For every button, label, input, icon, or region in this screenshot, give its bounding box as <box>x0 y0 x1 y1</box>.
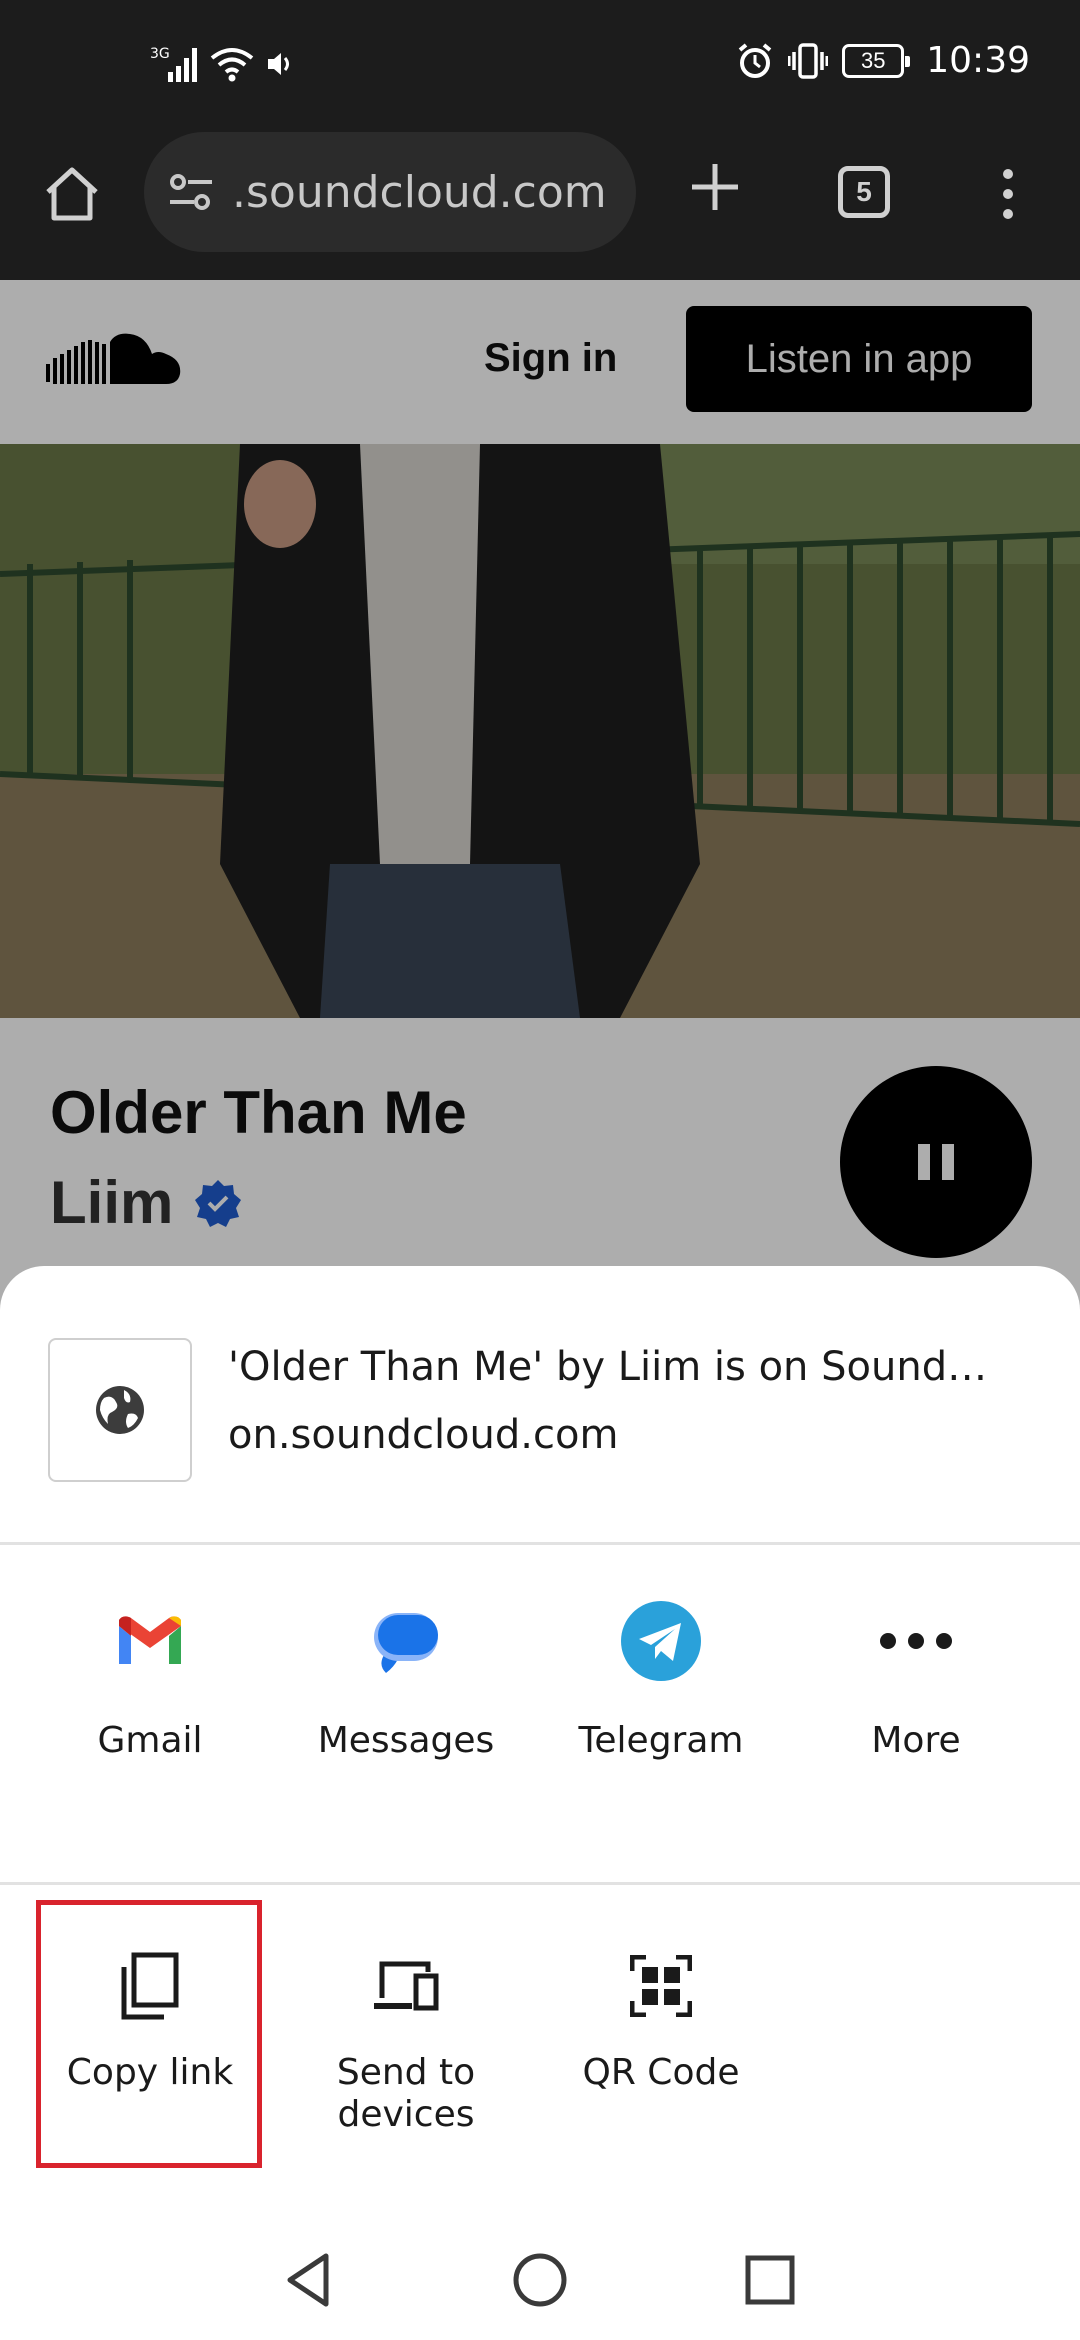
share-target-label: Gmail <box>97 1720 203 1761</box>
gmail-icon <box>105 1596 195 1686</box>
share-target-label: More <box>871 1720 961 1761</box>
clock: 10:39 <box>926 40 1030 81</box>
share-preview: 'Older Than Me' by Liim is on Sound… on.… <box>0 1266 1080 1542</box>
status-right: 35 10:39 <box>736 40 1030 81</box>
site-settings-icon[interactable] <box>168 172 214 212</box>
vibrate-icon <box>788 42 829 79</box>
more-icon <box>871 1596 961 1686</box>
action-label: QR Code <box>582 2052 740 2093</box>
share-target-label: Messages <box>317 1720 495 1761</box>
home-icon[interactable] <box>40 162 104 226</box>
divider <box>0 1882 1080 1885</box>
action-label: Send to devices <box>336 2052 476 2135</box>
telegram-icon <box>616 1596 706 1686</box>
status-bar: 3G 35 10:39 <box>0 0 1080 132</box>
copy-link-highlight <box>36 1900 262 2168</box>
share-target-messages[interactable]: Messages <box>306 1596 506 1761</box>
share-target-label: Telegram <box>578 1720 744 1761</box>
status-left: 3G <box>150 44 296 84</box>
divider <box>0 1542 1080 1545</box>
qr-code-button[interactable]: QR Code <box>561 1946 761 2094</box>
tab-count: 5 <box>856 176 872 207</box>
back-icon[interactable] <box>280 2250 340 2310</box>
address-bar[interactable]: .soundcloud.com <box>144 132 636 252</box>
recents-icon[interactable] <box>740 2250 800 2310</box>
messages-icon <box>361 1596 451 1686</box>
preview-url: on.soundcloud.com <box>228 1412 619 1458</box>
browser-toolbar: .soundcloud.com 5 <box>0 132 1080 280</box>
system-navigation-bar <box>0 2200 1080 2340</box>
qr-code-icon <box>621 1946 701 2026</box>
share-target-gmail[interactable]: Gmail <box>50 1596 250 1761</box>
svg-text:3G: 3G <box>150 46 170 62</box>
alarm-icon <box>738 42 772 78</box>
share-target-more[interactable]: More <box>816 1596 1016 1761</box>
share-target-telegram[interactable]: Telegram <box>561 1596 761 1761</box>
url-text: .soundcloud.com <box>232 166 607 218</box>
battery-level: 35 <box>861 47 886 73</box>
home-nav-icon[interactable] <box>510 2250 570 2310</box>
signal-icon: 3G <box>150 46 197 82</box>
overflow-menu-icon[interactable] <box>990 166 1026 222</box>
preview-title: 'Older Than Me' by Liim is on Sound… <box>228 1344 988 1390</box>
preview-thumbnail <box>48 1338 192 1482</box>
share-app-row: Gmail Messages Telegram More <box>0 1596 1080 1796</box>
globe-icon <box>96 1386 144 1434</box>
wifi-icon <box>210 48 254 82</box>
share-sheet: 'Older Than Me' by Liim is on Sound… on.… <box>0 1266 1080 2340</box>
battery-icon: 35 <box>842 43 911 78</box>
devices-icon <box>366 1946 446 2026</box>
volume-icon <box>268 53 289 75</box>
new-tab-icon[interactable] <box>688 160 742 214</box>
tab-switcher-button[interactable]: 5 <box>838 166 890 218</box>
send-to-devices-button[interactable]: Send to devices <box>306 1946 506 2136</box>
